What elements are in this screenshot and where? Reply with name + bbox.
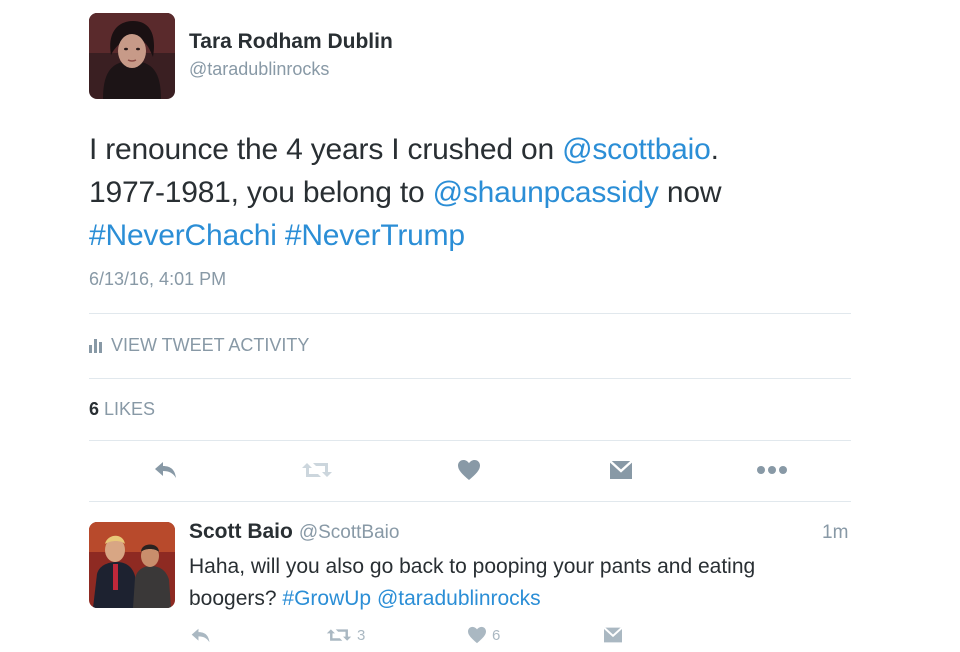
reply-author-avatar[interactable] [89,522,175,608]
likes-count: 6 [89,399,100,419]
reply-message-button[interactable] [600,624,626,646]
bar-chart-icon [89,338,102,353]
retweet-icon [302,463,332,477]
divider [89,378,851,379]
message-icon [603,626,623,643]
more-button[interactable] [754,456,790,484]
reply-like-count: 6 [492,626,501,644]
divider [89,440,851,441]
tweet-text: I renounce the 4 years I crushed on @sco… [89,128,849,257]
heart-icon [468,626,486,644]
reply-icon [155,462,176,478]
reply-text: Haha, will you also go back to pooping y… [189,551,829,615]
direct-message-button[interactable] [606,456,636,484]
hashtag-growup[interactable]: #GrowUp [282,587,371,610]
tweet-text-line1: I renounce the 4 years I crushed on [89,133,563,166]
reply-author-handle[interactable]: @ScottBaio [299,522,400,543]
hashtag-neverchachi[interactable]: #NeverChachi [89,219,277,252]
reply-author-name[interactable]: Scott Baio [189,520,293,543]
reply-retweet-button[interactable]: 3 [326,624,376,646]
retweet-icon [326,629,352,641]
reply-retweet-count: 3 [357,626,366,644]
divider [89,313,851,314]
like-button[interactable] [454,456,484,484]
reply-time[interactable]: 1m [822,522,848,544]
likes-summary[interactable]: 6 LIKES [89,399,155,420]
retweet-button[interactable] [300,456,334,484]
author-name[interactable]: Tara Rodham Dublin [189,30,393,54]
author-handle[interactable]: @taradublinrocks [189,59,329,80]
divider [89,501,851,502]
tweet-text-now: now [658,176,722,209]
message-icon [609,460,633,479]
tweet-timestamp: 6/13/16, 4:01 PM [89,269,227,289]
reply-author[interactable]: Scott Baio @ScottBaio [189,520,399,544]
reply-reply-button[interactable] [188,624,214,646]
activity-label: VIEW TWEET ACTIVITY [111,335,310,355]
mention-scottbaio[interactable]: @scottbaio [562,133,711,166]
reply-like-button[interactable]: 6 [467,624,511,646]
hashtag-nevertrump[interactable]: #NeverTrump [285,219,465,252]
tweet-text-period: . [710,133,719,166]
reply-button[interactable] [150,456,182,484]
author-avatar[interactable] [89,13,175,99]
heart-icon [458,460,480,480]
tweet-text-line2: 1977-1981, you belong to [89,176,433,209]
more-icon [757,466,787,474]
reply-icon [191,628,210,642]
mention-shaunpcassidy[interactable]: @shaunpcassidy [433,176,659,209]
mention-taradublinrocks[interactable]: @taradublinrocks [377,587,541,610]
view-tweet-activity-link[interactable]: VIEW TWEET ACTIVITY [89,335,309,356]
likes-label: LIKES [104,399,156,419]
